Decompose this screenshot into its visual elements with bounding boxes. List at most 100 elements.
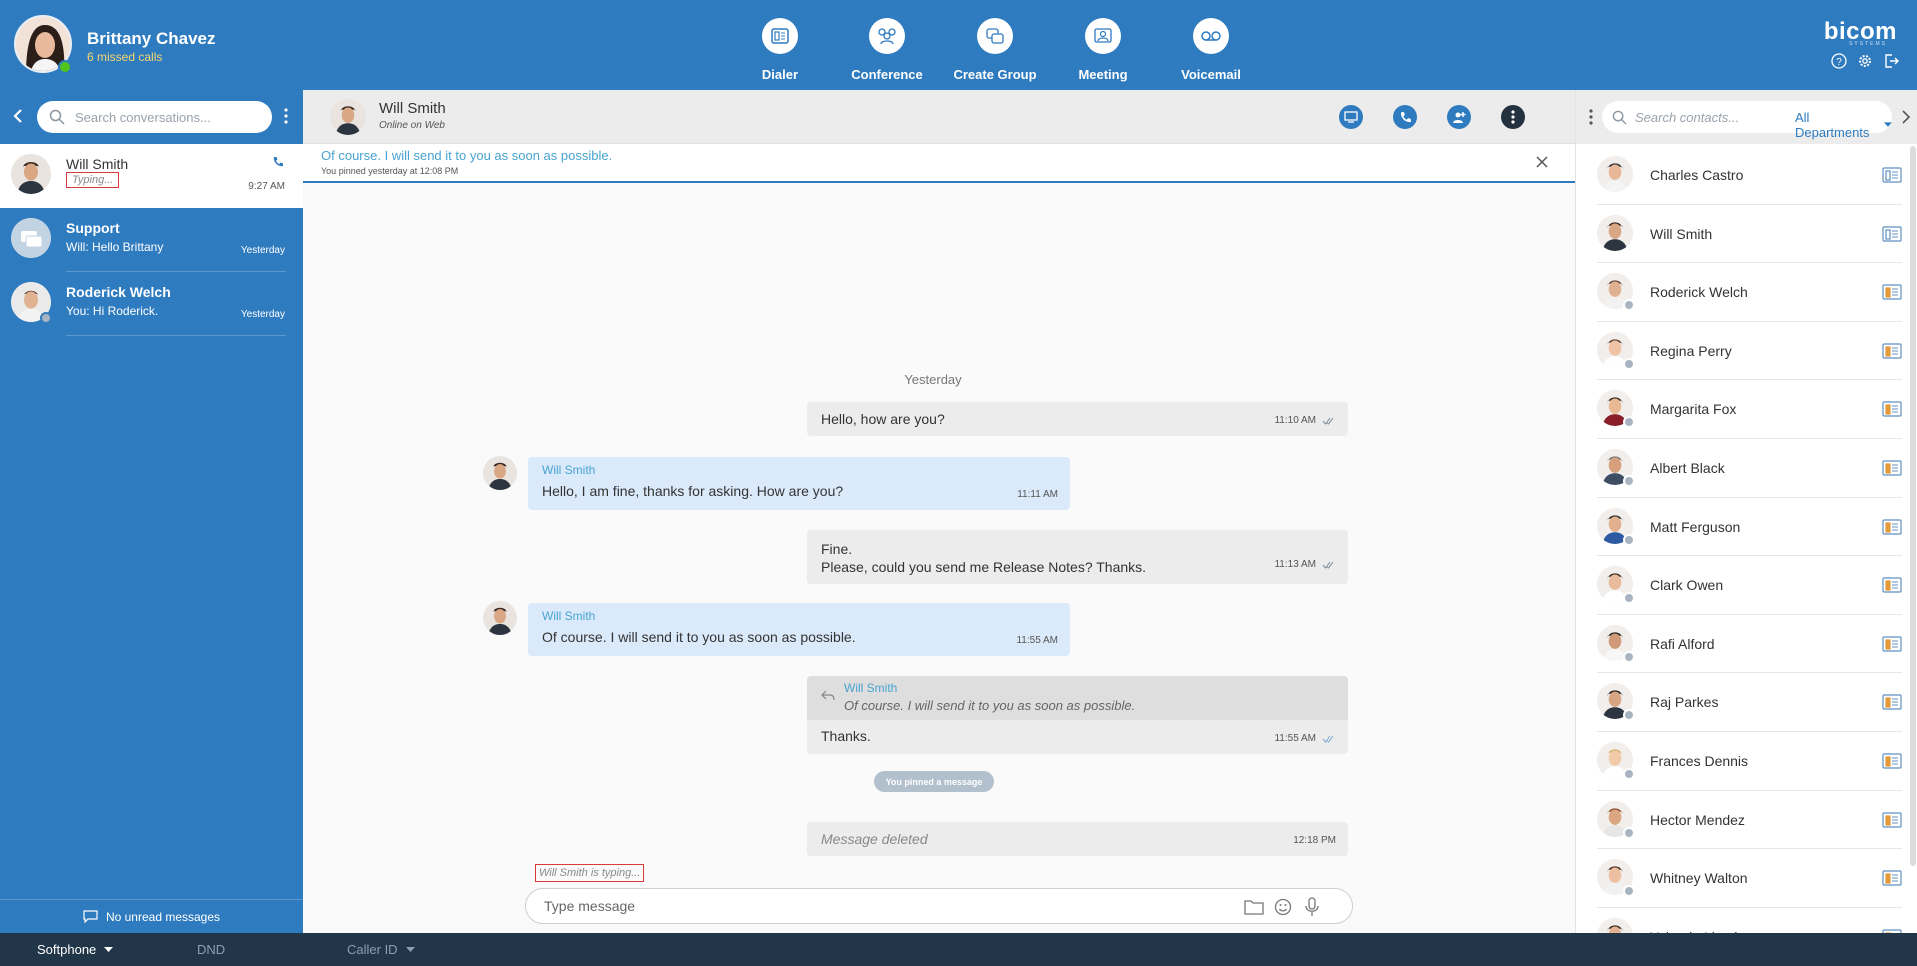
contact-item[interactable]: Frances Dennis [1597, 732, 1902, 791]
contact-item[interactable]: Rafi Alford [1597, 615, 1902, 674]
desk-phone-icon[interactable] [1882, 576, 1902, 594]
scrollbar[interactable] [1910, 146, 1916, 866]
desk-phone-icon[interactable] [1882, 869, 1902, 887]
nav-voicemail[interactable]: Voicemail [1156, 18, 1266, 82]
quoted-message[interactable]: Will Smith Of course. I will send it to … [807, 676, 1348, 720]
settings-icon[interactable] [1856, 52, 1873, 69]
chat-header: Will Smith Online on Web [303, 90, 1575, 144]
offline-status-indicator [1623, 885, 1635, 898]
contact-item[interactable]: Regina Perry [1597, 322, 1902, 381]
call-button[interactable] [1393, 105, 1417, 129]
softphone-dropdown[interactable]: Softphone [37, 942, 114, 957]
chat-contact-avatar[interactable] [330, 99, 366, 135]
brand-logo-subtitle: SYSTEMS [1849, 41, 1887, 47]
message-input[interactable] [544, 898, 1224, 914]
contact-item[interactable]: Raj Parkes [1597, 673, 1902, 732]
sender-avatar[interactable] [483, 601, 517, 635]
contact-item[interactable]: Charles Castro [1597, 146, 1902, 205]
contact-item[interactable]: Will Smith [1597, 205, 1902, 264]
message-outgoing[interactable]: Hello, how are you? 11:10 AM [807, 402, 1348, 436]
screen-share-button[interactable] [1339, 105, 1363, 129]
conversation-item-roderick-welch[interactable]: Roderick Welch You: Hi Roderick. Yesterd… [0, 272, 303, 336]
emoji-icon[interactable] [1273, 897, 1293, 917]
caller-id-dropdown[interactable]: Caller ID [347, 942, 415, 957]
conversation-search[interactable] [37, 101, 272, 133]
contact-name: Raj Parkes [1650, 694, 1719, 711]
nav-dialer[interactable]: Dialer [725, 18, 835, 82]
offline-status-indicator [1623, 767, 1635, 780]
sender-avatar[interactable] [483, 456, 517, 490]
conversation-item-will-smith[interactable]: Will Smith Typing... 9:27 AM [0, 144, 303, 208]
message-thread: Yesterday Hello, how are you? 11:10 AM W… [303, 185, 1575, 933]
desk-phone-icon[interactable] [1882, 166, 1902, 184]
offline-status-indicator [1623, 650, 1635, 663]
attach-file-icon[interactable] [1244, 897, 1264, 917]
message-outgoing[interactable]: Thanks. 11:55 AM [807, 720, 1348, 754]
desk-phone-icon[interactable] [1882, 283, 1902, 301]
pinned-message-meta: You pinned yesterday at 12:08 PM [321, 166, 459, 176]
message-text: Message deleted [821, 831, 928, 847]
caret-down-icon [405, 946, 415, 952]
contact-item[interactable]: Yolanda Lloyd [1597, 908, 1902, 933]
back-arrow-icon[interactable] [9, 107, 27, 125]
conversation-search-input[interactable] [75, 109, 255, 125]
desk-phone-icon[interactable] [1882, 342, 1902, 360]
message-outgoing[interactable]: Fine. Please, could you send me Release … [807, 530, 1348, 584]
contact-item[interactable]: Margarita Fox [1597, 380, 1902, 439]
more-options-icon[interactable] [1585, 107, 1597, 127]
caller-id-label: Caller ID [347, 942, 398, 957]
contact-item[interactable]: Roderick Welch [1597, 263, 1902, 322]
contact-name: Rafi Alford [1650, 635, 1715, 652]
desk-phone-icon[interactable] [1882, 752, 1902, 770]
help-icon[interactable]: ? [1830, 52, 1847, 69]
contact-search-input[interactable] [1635, 109, 1765, 125]
desk-phone-icon[interactable] [1882, 811, 1902, 829]
desk-phone-icon[interactable] [1882, 400, 1902, 418]
contact-item[interactable]: Matt Ferguson [1597, 498, 1902, 557]
message-text: Hello, how are you? [821, 411, 945, 427]
pinned-message-bar[interactable]: Of course. I will send it to you as soon… [303, 144, 1575, 183]
dnd-toggle[interactable]: DND [197, 942, 225, 957]
nav-conference[interactable]: Conference [832, 18, 942, 82]
desk-phone-icon[interactable] [1882, 225, 1902, 243]
avatar [1597, 917, 1633, 933]
message-text: Of course. I will send it to you as soon… [542, 629, 856, 645]
pinned-message-text[interactable]: Of course. I will send it to you as soon… [321, 148, 612, 163]
desk-phone-icon[interactable] [1882, 518, 1902, 536]
phone-icon[interactable] [272, 156, 284, 168]
group-avatar [11, 218, 51, 258]
close-icon[interactable] [1535, 155, 1549, 169]
offline-status-indicator [1623, 826, 1635, 839]
offline-status-indicator [1623, 592, 1635, 605]
contact-item[interactable]: Albert Black [1597, 439, 1902, 498]
message-composer[interactable] [525, 888, 1353, 924]
contact-name: Regina Perry [1650, 342, 1732, 359]
message-incoming[interactable]: Will Smith Of course. I will send it to … [528, 603, 1070, 656]
avatar [1597, 156, 1633, 192]
contact-item[interactable]: Hector Mendez [1597, 791, 1902, 850]
nav-create-group[interactable]: Create Group [940, 18, 1050, 82]
contact-item[interactable]: Whitney Walton [1597, 849, 1902, 908]
nav-meeting[interactable]: Meeting [1048, 18, 1158, 82]
conversation-item-support[interactable]: Support Will: Hello Brittany Yesterday [0, 208, 303, 272]
contact-name: Albert Black [1650, 459, 1725, 476]
screen-share-icon [1344, 111, 1358, 123]
desk-phone-icon[interactable] [1882, 693, 1902, 711]
more-button[interactable] [1501, 105, 1525, 129]
message-deleted: Message deleted 12:18 PM [807, 822, 1348, 856]
pinned-notice-badge: You pinned a message [874, 771, 994, 792]
contact-item[interactable]: Clark Owen [1597, 556, 1902, 615]
call-icon [1400, 111, 1411, 122]
more-options-icon[interactable] [280, 106, 292, 126]
chevron-right-icon[interactable] [1899, 109, 1913, 125]
add-participant-button[interactable] [1447, 105, 1471, 129]
missed-calls-link[interactable]: 6 missed calls [87, 50, 162, 64]
logout-icon[interactable] [1882, 52, 1899, 69]
desk-phone-icon[interactable] [1882, 635, 1902, 653]
message-incoming[interactable]: Will Smith Hello, I am fine, thanks for … [528, 457, 1070, 510]
department-select[interactable]: All Departments [1795, 110, 1892, 140]
microphone-icon[interactable] [1302, 897, 1322, 917]
conversation-time: 9:27 AM [248, 181, 285, 192]
desk-phone-icon[interactable] [1882, 459, 1902, 477]
contact-search[interactable]: All Departments [1602, 101, 1892, 140]
